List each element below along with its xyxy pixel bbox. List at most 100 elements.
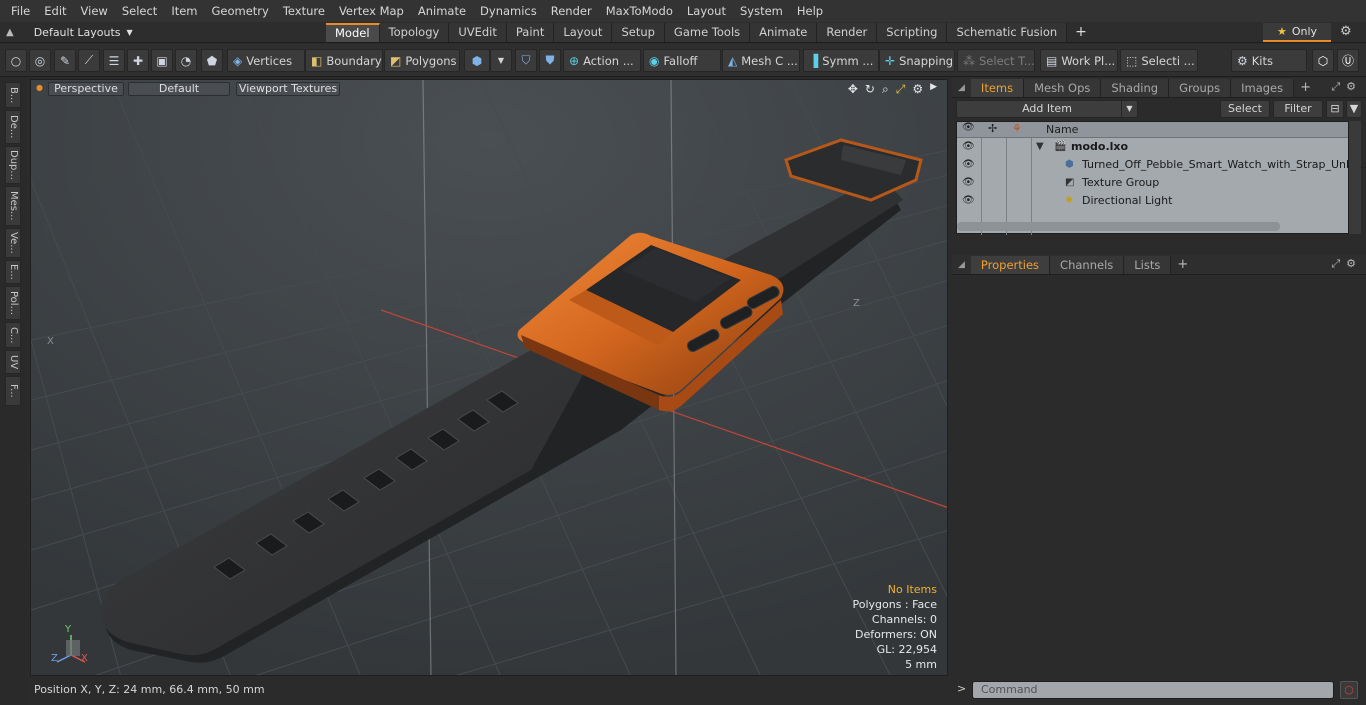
eye-icon[interactable]: 👁 — [962, 122, 975, 133]
tab-animate[interactable]: Animate — [750, 23, 818, 42]
tab-game-tools[interactable]: Game Tools — [664, 23, 751, 42]
collapse-icon[interactable]: ▲ — [6, 27, 14, 38]
tab-lists[interactable]: Lists — [1124, 255, 1172, 274]
expand-arrow-icon[interactable]: ▼ — [1036, 138, 1044, 156]
pen-icon[interactable]: ✎ — [54, 49, 76, 72]
view-mode-button[interactable]: Perspective — [48, 82, 124, 96]
snap-shield-icon[interactable]: ⛊ — [539, 49, 561, 72]
menu-layout[interactable]: Layout — [680, 0, 733, 22]
viewport-textures-button[interactable]: Viewport Textures — [236, 82, 340, 96]
rotate-icon[interactable]: ◔ — [175, 49, 197, 72]
add-item-dropdown[interactable]: Add Item ▼ — [956, 100, 1138, 118]
record-icon[interactable]: ○ — [1340, 681, 1358, 699]
filter-button[interactable]: Filter — [1273, 100, 1323, 118]
tab-scripting[interactable]: Scripting — [877, 23, 948, 42]
list-item[interactable]: 👁 ✹ Directional Light — [957, 192, 1348, 210]
viewport-menu-dot-icon[interactable]: ● — [36, 83, 43, 92]
chevron-down-icon[interactable]: ▼ — [490, 49, 512, 72]
zoom-icon[interactable]: ⌕ — [882, 82, 889, 97]
layouts-dropdown[interactable]: ▲ Default Layouts ▼ — [6, 22, 133, 43]
visibility-eye-icon[interactable]: 👁 — [962, 138, 975, 156]
tab-mesh-edit[interactable]: Mes... — [5, 186, 21, 226]
work-plane-button[interactable]: ▤ Work Pl... — [1040, 49, 1118, 72]
rotate-view-icon[interactable]: ↻ — [865, 82, 875, 97]
visibility-eye-icon[interactable]: 👁 — [962, 156, 975, 174]
tab-items[interactable]: Items — [970, 78, 1025, 97]
visibility-eye-icon[interactable]: 👁 — [962, 192, 975, 210]
tab-uvedit[interactable]: UVEdit — [449, 23, 507, 42]
collapse-list-icon[interactable]: ⊟ — [1326, 100, 1344, 118]
name-column-header[interactable]: Name — [1046, 123, 1078, 136]
tab-uv[interactable]: UV — [5, 350, 21, 374]
maximize-icon[interactable]: ⤢ — [896, 82, 906, 97]
menu-item[interactable]: Item — [164, 0, 204, 22]
menu-geometry[interactable]: Geometry — [205, 0, 276, 22]
vertical-scrollbar[interactable] — [1349, 121, 1361, 234]
menu-maxtomodo[interactable]: MaxToModo — [599, 0, 680, 22]
action-center-button[interactable]: ⊕ Action ... — [563, 49, 641, 72]
mesh-constraint-button[interactable]: ◭ Mesh C ... — [722, 49, 800, 72]
material-cube-icon[interactable]: ⬢ — [464, 49, 490, 72]
tab-mesh-ops[interactable]: Mesh Ops — [1024, 78, 1102, 97]
symmetry-shield-icon[interactable]: ⛉ — [515, 49, 537, 72]
polygons-button[interactable]: ◩ Polygons — [384, 49, 460, 72]
unreal-icon[interactable]: Ⓤ — [1337, 49, 1359, 72]
visibility-eye-icon[interactable]: 👁 — [962, 174, 975, 192]
menu-animate[interactable]: Animate — [411, 0, 473, 22]
gear-icon[interactable]: ⚙ — [1346, 257, 1356, 271]
list-item[interactable]: 👁 ▼ 🎬 modo.lxo — [957, 138, 1348, 156]
tab-polygon[interactable]: Pol... — [5, 286, 21, 320]
select-through-button[interactable]: ⁂ Select T... — [957, 49, 1035, 72]
3d-viewport[interactable]: X Z Y Z X ● Perspective Default Viewport… — [30, 79, 948, 676]
tab-render[interactable]: Render — [817, 23, 878, 42]
expand-icon[interactable]: ⤢ — [1331, 80, 1340, 94]
gear-icon[interactable]: ⚙ — [1340, 24, 1352, 39]
item-mode-icon[interactable]: ⬟ — [201, 49, 223, 72]
funnel-icon[interactable]: ▼ — [1346, 100, 1362, 118]
brush-icon[interactable]: ⟋ — [78, 49, 100, 72]
tab-channels[interactable]: Channels — [1050, 255, 1125, 274]
menu-vertex-map[interactable]: Vertex Map — [332, 0, 411, 22]
tab-groups[interactable]: Groups — [1169, 78, 1232, 97]
item-list[interactable]: 👁 ✢ ⚘ Name 👁 ▼ 🎬 modo.lxo 👁 ⬢ Turned_Off… — [956, 121, 1366, 235]
falloff-button[interactable]: ◉ Falloff — [643, 49, 721, 72]
move-view-icon[interactable]: ✥ — [848, 82, 858, 97]
shading-button[interactable]: Default — [128, 82, 230, 96]
snapping-button[interactable]: ✛ Snapping — [879, 49, 955, 72]
list-item[interactable]: 👁 ◩ Texture Group — [957, 174, 1348, 192]
play-arrow-icon[interactable]: ▶ — [930, 82, 937, 97]
tab-curve[interactable]: C... — [5, 322, 21, 348]
vertices-button[interactable]: ◈ Vertices — [227, 49, 305, 72]
menu-texture[interactable]: Texture — [276, 0, 332, 22]
tab-properties[interactable]: Properties — [970, 255, 1051, 274]
tab-paint[interactable]: Paint — [506, 23, 555, 42]
tab-edge[interactable]: E... — [5, 260, 21, 284]
kits-button[interactable]: ⚙ Kits — [1231, 49, 1307, 72]
tab-duplicate[interactable]: Dup... — [5, 146, 21, 184]
gear-icon[interactable]: ⚙ — [912, 82, 923, 97]
add-tab-icon[interactable]: + — [1171, 257, 1194, 272]
horizontal-scrollbar[interactable] — [957, 222, 1280, 231]
tab-topology[interactable]: Topology — [379, 23, 450, 42]
menu-view[interactable]: View — [74, 0, 115, 22]
panel-menu-icon[interactable]: ◢ — [952, 83, 971, 93]
globe-icon[interactable]: ◎ — [29, 49, 51, 72]
tab-setup[interactable]: Setup — [612, 23, 665, 42]
menu-system[interactable]: System — [733, 0, 790, 22]
tab-images[interactable]: Images — [1231, 78, 1295, 97]
tab-deform[interactable]: De... — [5, 110, 21, 144]
tab-fusion[interactable]: F... — [5, 376, 21, 406]
align-icon[interactable]: ☰ — [103, 49, 125, 72]
tab-shading[interactable]: Shading — [1101, 78, 1170, 97]
tab-vertex[interactable]: Ve... — [5, 228, 21, 258]
selection-sets-button[interactable]: ⬚ Selecti ... — [1120, 49, 1198, 72]
symmetry-button[interactable]: ▐ Symm ... — [803, 49, 879, 72]
select-button[interactable]: Select — [1220, 100, 1270, 118]
type-icon[interactable]: ⚘ — [1012, 122, 1022, 135]
lock-icon[interactable]: ✢ — [988, 122, 997, 135]
add-tab-icon[interactable]: + — [1067, 23, 1095, 42]
tab-basic[interactable]: B... — [5, 82, 21, 108]
list-item[interactable]: 👁 ⬢ Turned_Off_Pebble_Smart_Watch_with_S… — [957, 156, 1366, 174]
menu-select[interactable]: Select — [115, 0, 164, 22]
only-toggle[interactable]: ★ Only — [1263, 23, 1331, 42]
